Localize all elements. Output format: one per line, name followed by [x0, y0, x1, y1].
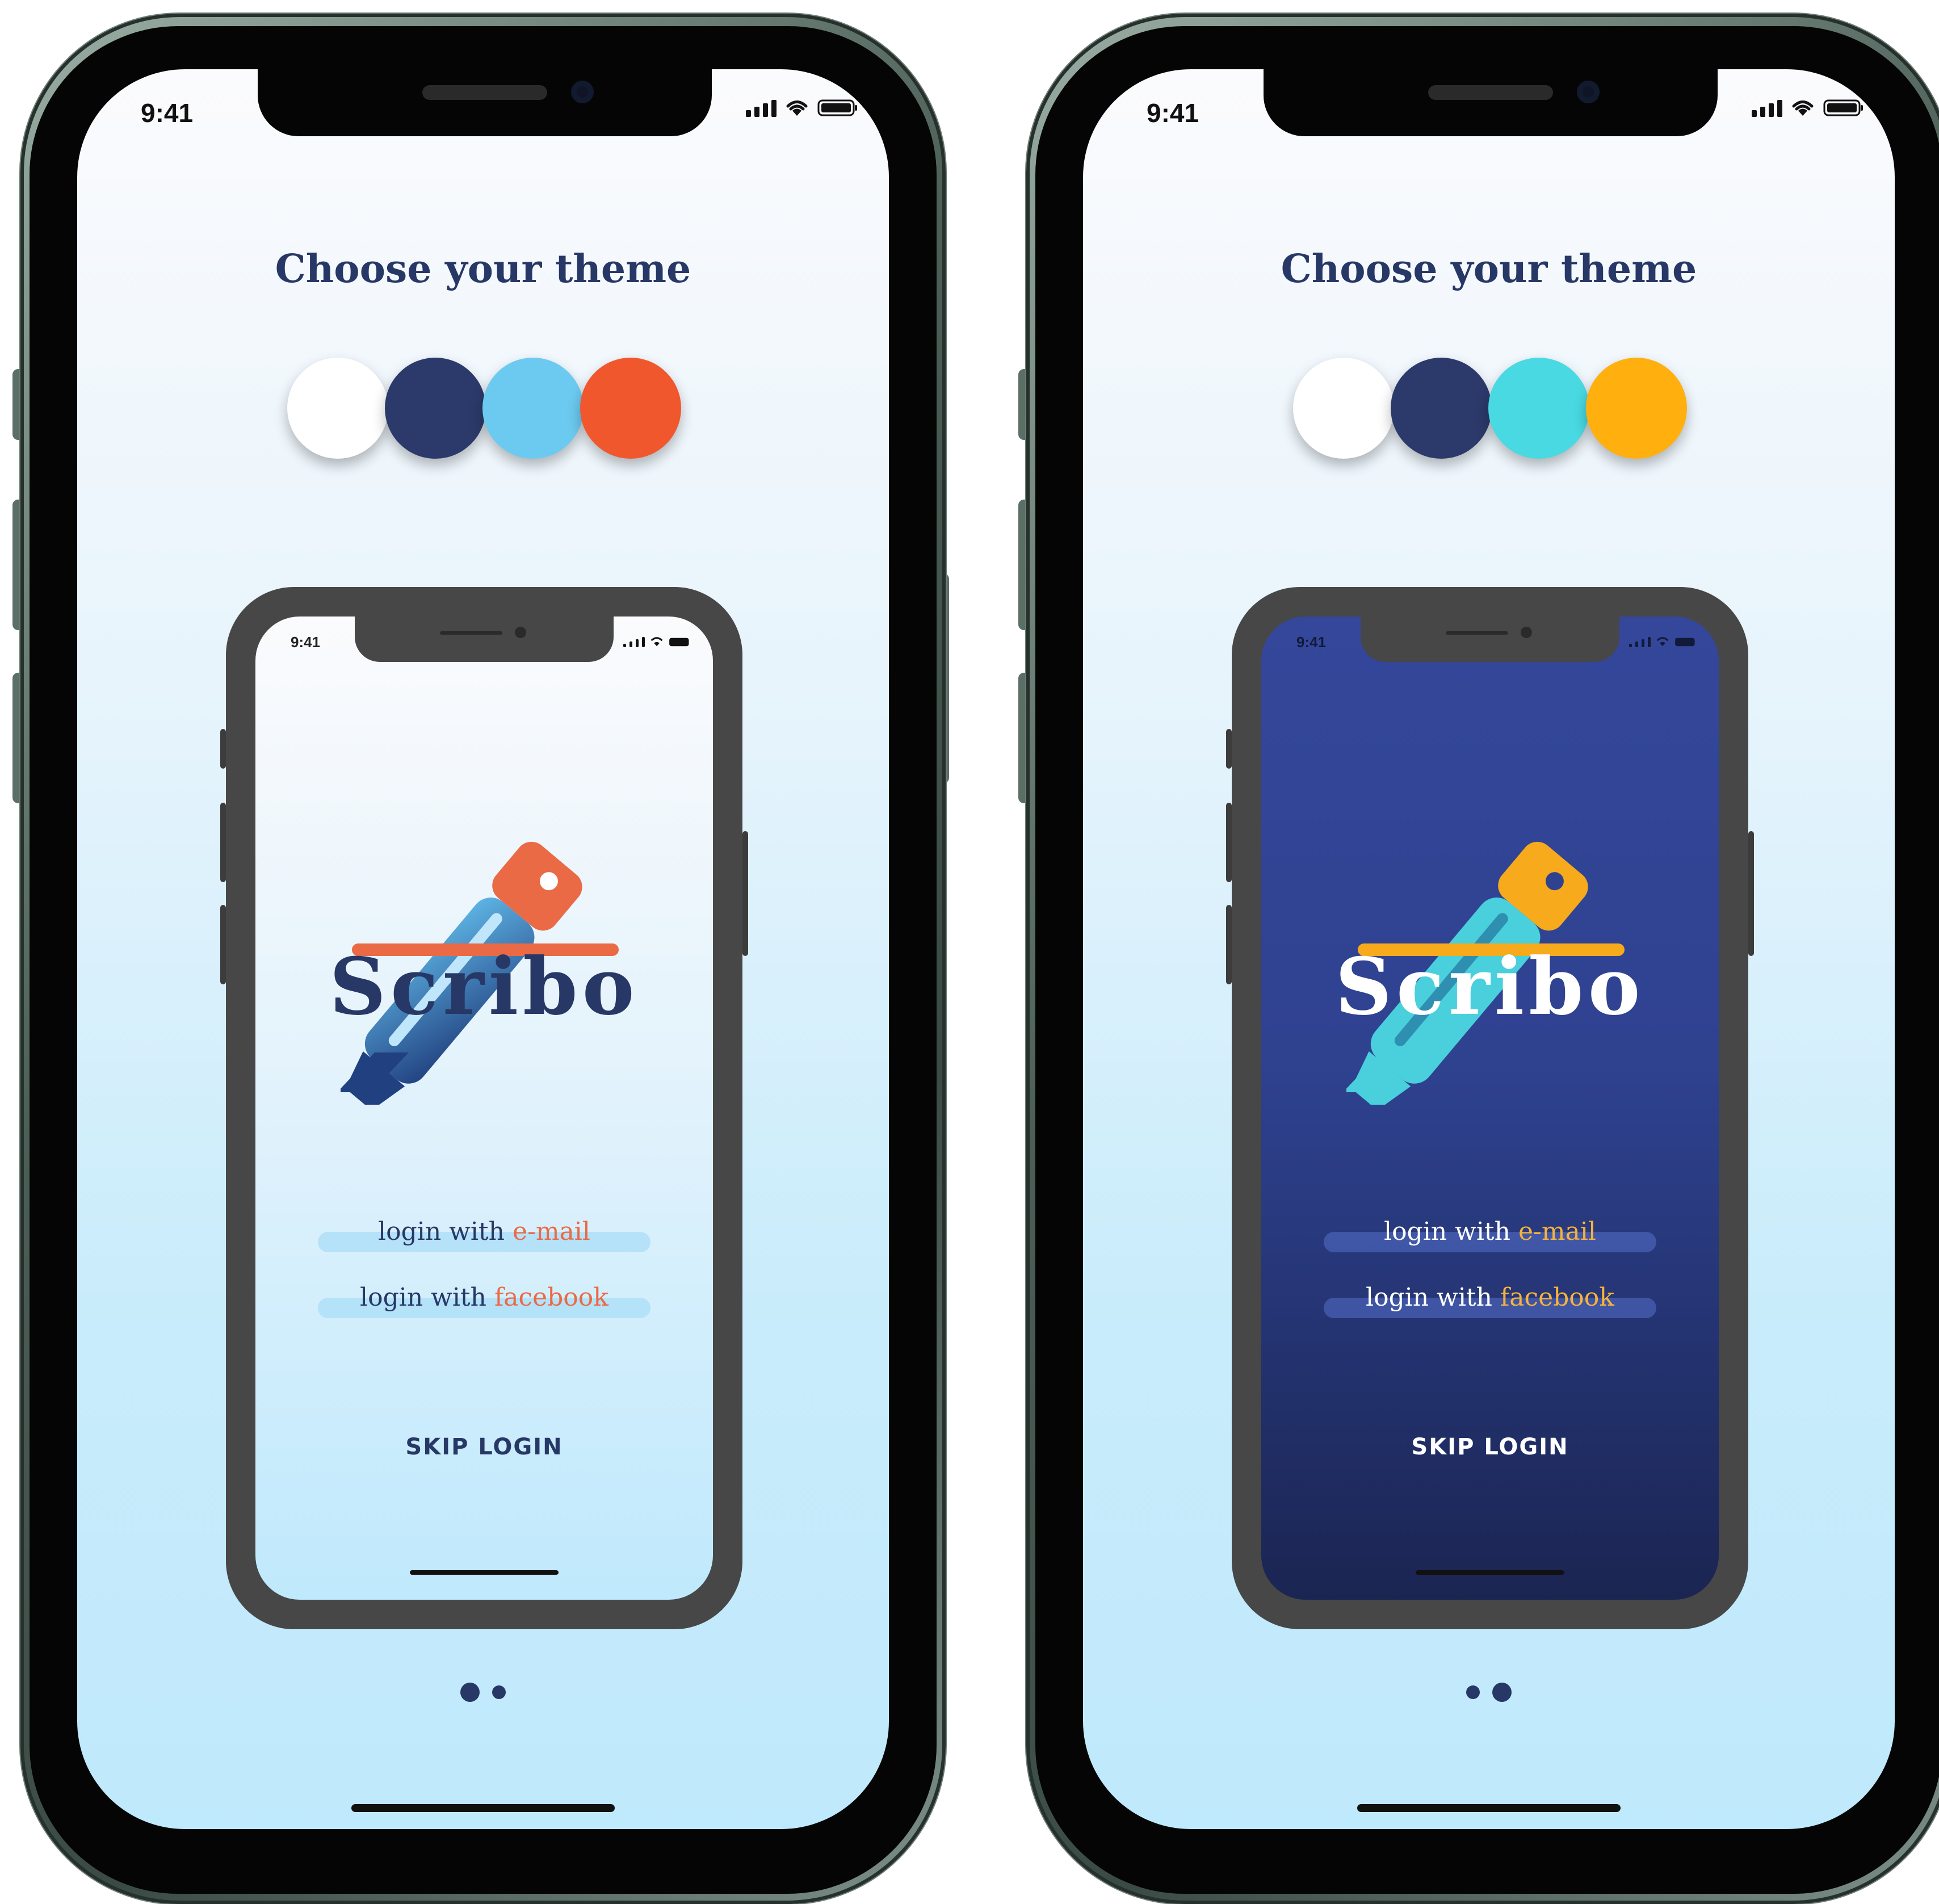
swatch-navy[interactable] — [1391, 358, 1492, 459]
page-title: Choose your theme — [275, 246, 691, 292]
swatch-yellow[interactable] — [1586, 358, 1687, 459]
home-indicator — [1357, 1804, 1621, 1812]
phone-mockup-light: 9:41 Choose your theme 9:41 Scribo login… — [0, 0, 954, 1904]
page-dot-1[interactable] — [1466, 1685, 1480, 1699]
battery-icon — [817, 99, 857, 116]
signal-icon — [1752, 100, 1782, 117]
theme-swatches — [287, 358, 685, 460]
preview-status-time: 9:41 — [1296, 634, 1327, 651]
page-title: Choose your theme — [1281, 246, 1697, 292]
swatch-turquoise[interactable] — [1488, 358, 1589, 459]
status-time: 9:41 — [141, 98, 194, 128]
battery-icon — [669, 638, 689, 647]
preview-home-indicator — [1416, 1570, 1564, 1575]
skip-login-button[interactable]: SKIP LOGIN — [255, 1434, 713, 1460]
status-icons — [746, 99, 858, 117]
page-indicator — [1083, 1683, 1895, 1702]
camera-icon — [1577, 81, 1600, 103]
login-facebook-accent: facebook — [1500, 1283, 1614, 1312]
preview-notch — [1361, 617, 1619, 662]
notch — [1264, 69, 1718, 136]
swatch-orange[interactable] — [580, 358, 681, 459]
app-logo-text: Scribo — [1335, 940, 1645, 1033]
page-dot-1[interactable] — [460, 1683, 480, 1702]
preview-screen: 9:41 Scribo login with e-mail login with… — [255, 617, 713, 1600]
preview-notch — [355, 617, 614, 662]
login-email-button[interactable]: login with e-mail — [1324, 1217, 1656, 1252]
phone-screen: 9:41 Choose your theme 9:41 Scribo login… — [1083, 69, 1895, 1829]
signal-icon — [623, 637, 645, 647]
speaker-grille — [422, 85, 547, 100]
wifi-icon — [650, 637, 663, 647]
wifi-icon — [1656, 637, 1669, 647]
signal-icon — [746, 100, 777, 117]
phone-mockup-dark: 9:41 Choose your theme 9:41 Scribo login… — [1006, 0, 1939, 1904]
login-email-button[interactable]: login with e-mail — [318, 1217, 650, 1252]
page-dot-2[interactable] — [1492, 1683, 1512, 1702]
preview-home-indicator — [410, 1570, 559, 1575]
notch — [258, 69, 712, 136]
app-logo-text: Scribo — [329, 940, 639, 1033]
login-facebook-button[interactable]: login with facebook — [318, 1283, 650, 1318]
signal-icon — [1629, 637, 1651, 647]
phone-screen: 9:41 Choose your theme 9:41 Scribo login… — [77, 69, 889, 1829]
camera-icon — [571, 81, 594, 103]
login-email-accent: e-mail — [1518, 1217, 1596, 1246]
theme-swatches — [1293, 358, 1690, 460]
login-email-accent: e-mail — [512, 1217, 590, 1246]
speaker-grille — [1428, 85, 1553, 100]
login-facebook-prefix: login with — [360, 1283, 486, 1312]
swatch-sky-blue[interactable] — [482, 358, 584, 459]
swatch-white[interactable] — [287, 358, 388, 459]
status-icons — [1752, 99, 1864, 117]
preview-status-icons — [623, 636, 691, 647]
login-facebook-accent: facebook — [494, 1283, 608, 1312]
swatch-white[interactable] — [1293, 358, 1394, 459]
login-facebook-button[interactable]: login with facebook — [1324, 1283, 1656, 1318]
swatch-navy[interactable] — [385, 358, 486, 459]
login-email-prefix: login with — [378, 1217, 505, 1246]
wifi-icon — [786, 100, 808, 116]
login-email-prefix: login with — [1384, 1217, 1510, 1246]
battery-icon — [1823, 99, 1863, 116]
theme-preview-phone: 9:41 Scribo login with e-mail login with… — [220, 587, 748, 1629]
page-dot-2[interactable] — [492, 1685, 506, 1699]
preview-status-icons — [1629, 636, 1697, 647]
home-indicator — [351, 1804, 615, 1812]
theme-preview-phone: 9:41 Scribo login with e-mail login with… — [1226, 587, 1754, 1629]
page-indicator — [77, 1683, 889, 1702]
wifi-icon — [1792, 100, 1814, 116]
skip-login-button[interactable]: SKIP LOGIN — [1261, 1434, 1719, 1460]
status-time: 9:41 — [1147, 98, 1199, 128]
login-facebook-prefix: login with — [1366, 1283, 1492, 1312]
preview-screen: 9:41 Scribo login with e-mail login with… — [1261, 617, 1719, 1600]
preview-status-time: 9:41 — [291, 634, 321, 651]
battery-icon — [1675, 638, 1695, 647]
